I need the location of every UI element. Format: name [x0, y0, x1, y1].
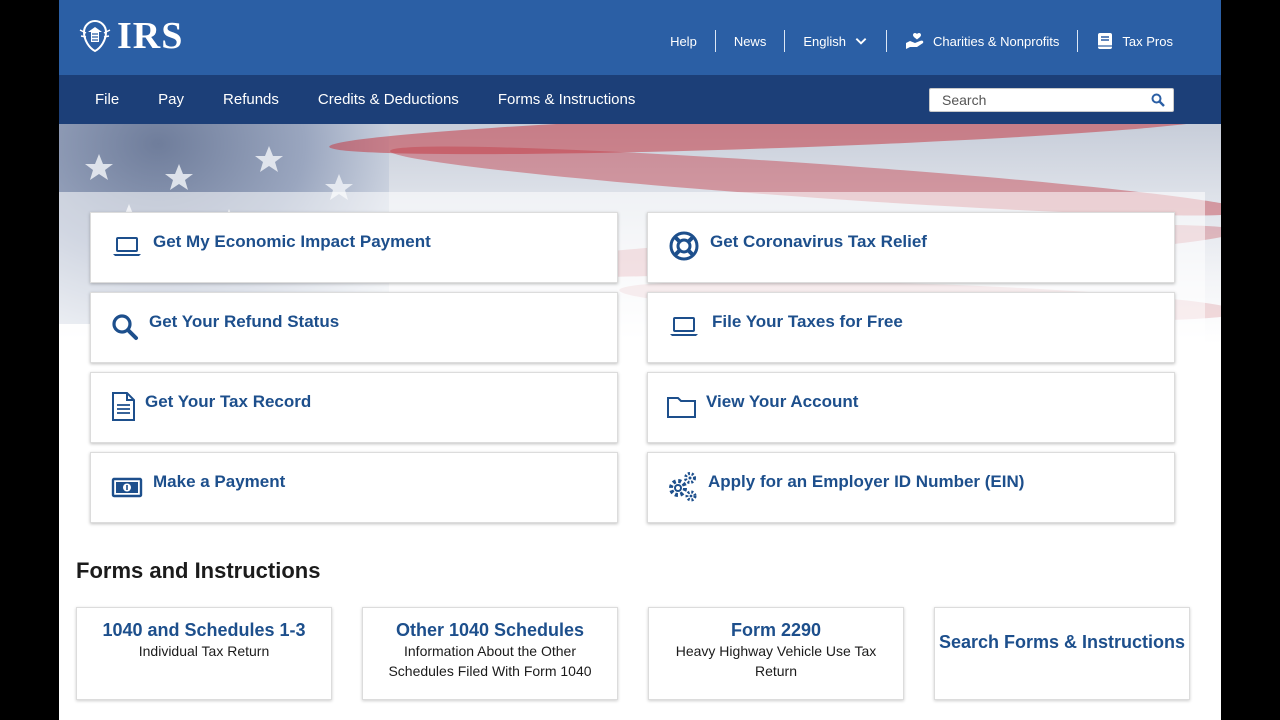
tile-economic-impact-payment[interactable]: Get My Economic Impact Payment — [90, 212, 618, 283]
tax-pros-label: Tax Pros — [1122, 33, 1173, 49]
hand-heart-icon — [905, 32, 924, 49]
irs-home-page: IRS Help News English Charities & Nonpro… — [59, 0, 1221, 720]
charities-label: Charities & Nonprofits — [932, 33, 1060, 49]
form-card-search-forms[interactable]: Search Forms & Instructions — [934, 607, 1190, 700]
help-link[interactable]: Help — [652, 30, 715, 52]
utility-nav: Help News English Charities & Nonprofits — [652, 30, 1173, 52]
tile-view-account[interactable]: View Your Account — [647, 372, 1175, 443]
money-icon — [111, 477, 143, 498]
help-label: Help — [670, 33, 697, 49]
folder-icon — [667, 397, 696, 418]
form-card-title: 1040 and Schedules 1-3 — [102, 620, 306, 640]
main-nav-items: File Pay Refunds Credits & Deductions Fo… — [95, 75, 674, 124]
news-link[interactable]: News — [714, 30, 785, 52]
form-card-subtitle: Heavy Highway Vehicle Use Tax Return — [675, 643, 877, 679]
forms-section-title: Forms and Instructions — [76, 558, 321, 583]
search-input[interactable] — [930, 89, 1140, 111]
search-icon[interactable] — [1151, 93, 1165, 107]
lifebuoy-icon — [669, 231, 699, 261]
tile-apply-ein[interactable]: Apply for an Employer ID Number (EIN) — [647, 452, 1175, 523]
document-icon — [112, 392, 135, 421]
nav-item-pay[interactable]: Pay — [158, 91, 184, 108]
eagle-logo-icon — [79, 19, 111, 53]
tile-label: Get Coronavirus Tax Relief — [710, 232, 927, 251]
tile-label: View Your Account — [706, 392, 859, 411]
tile-tax-record[interactable]: Get Your Tax Record — [90, 372, 618, 443]
form-card-title: Search Forms & Instructions — [938, 632, 1186, 652]
tile-file-taxes-free[interactable]: File Your Taxes for Free — [647, 292, 1175, 363]
tile-coronavirus-tax-relief[interactable]: Get Coronavirus Tax Relief — [647, 212, 1175, 283]
laptop-icon — [113, 237, 141, 256]
tile-label: Get My Economic Impact Payment — [153, 232, 431, 251]
language-label: English — [803, 33, 846, 49]
tax-pros-link[interactable]: Tax Pros — [1077, 30, 1173, 52]
tile-refund-status[interactable]: Get Your Refund Status — [90, 292, 618, 363]
news-label: News — [733, 33, 767, 49]
gears-icon — [669, 472, 697, 502]
tile-label: Make a Payment — [153, 472, 286, 491]
charities-link[interactable]: Charities & Nonprofits — [885, 30, 1077, 52]
form-card-subtitle: Information About the Other Schedules Fi… — [388, 643, 592, 679]
laptop-icon — [670, 317, 698, 336]
tile-label: Get Your Refund Status — [149, 312, 340, 331]
nav-item-forms-instructions[interactable]: Forms & Instructions — [498, 91, 636, 108]
form-card-2290[interactable]: Form 2290 Heavy Highway Vehicle Use Tax … — [648, 607, 904, 700]
tile-label: File Your Taxes for Free — [712, 312, 903, 331]
tile-make-payment[interactable]: Make a Payment — [90, 452, 618, 523]
form-card-other-1040-schedules[interactable]: Other 1040 Schedules Information About t… — [362, 607, 618, 700]
form-card-title: Form 2290 — [730, 620, 822, 640]
form-card-subtitle: Individual Tax Return — [138, 643, 270, 659]
search-icon — [112, 314, 138, 340]
search-box — [929, 88, 1174, 112]
logo-text: IRS — [117, 15, 184, 57]
form-card-1040[interactable]: 1040 and Schedules 1-3 Individual Tax Re… — [76, 607, 332, 700]
main-nav: File Pay Refunds Credits & Deductions Fo… — [59, 75, 1221, 124]
form-card-title: Other 1040 Schedules — [395, 620, 585, 640]
top-header: IRS Help News English Charities & Nonpro… — [59, 0, 1221, 75]
nav-item-refunds[interactable]: Refunds — [223, 91, 279, 108]
tile-label: Apply for an Employer ID Number (EIN) — [708, 472, 1025, 491]
nav-item-credits-deductions[interactable]: Credits & Deductions — [318, 91, 459, 108]
tile-label: Get Your Tax Record — [145, 392, 312, 411]
nav-item-file[interactable]: File — [95, 91, 119, 108]
language-dropdown[interactable]: English — [784, 30, 886, 52]
book-icon — [1098, 33, 1113, 49]
irs-logo[interactable]: IRS — [77, 15, 184, 57]
chevron-down-icon — [855, 38, 867, 45]
